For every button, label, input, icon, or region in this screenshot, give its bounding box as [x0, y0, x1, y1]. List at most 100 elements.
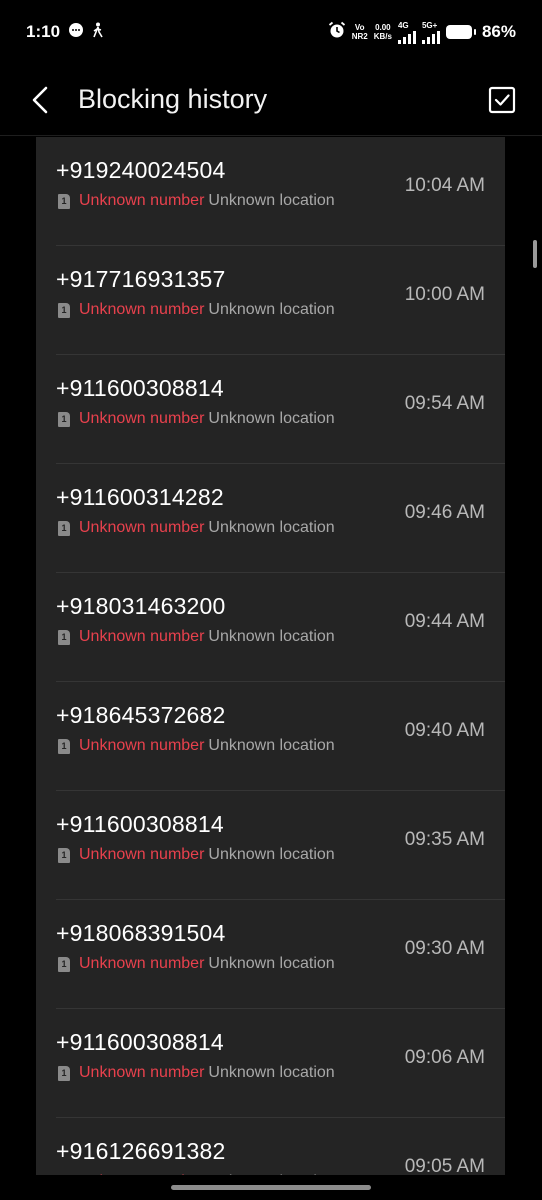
volte-top-label: Vo — [354, 23, 365, 32]
number-tag: Unknown number — [79, 519, 205, 536]
list-item[interactable]: +918068391504 1 Unknown number Unknown loca… — [36, 900, 505, 1009]
caller-location: Unknown location — [208, 1173, 334, 1175]
list-item[interactable]: +917716931357 1 Unknown number Unknown loca… — [36, 246, 505, 355]
sim-card-icon: 1 — [58, 520, 70, 536]
gesture-navigation-bar[interactable] — [171, 1185, 371, 1190]
number-tag: Unknown number — [79, 846, 205, 863]
network-type-1: 4G — [397, 20, 409, 30]
signal-sim1: 4G — [397, 20, 416, 44]
call-time: 09:44 AM — [404, 611, 485, 632]
sim-card-icon: 1 — [58, 411, 70, 427]
list-item[interactable]: +918645372682 1 Unknown number Unknown loca… — [36, 682, 505, 791]
phone-number: +916126691382 — [56, 1138, 226, 1164]
call-time: 09:46 AM — [404, 502, 485, 523]
call-time: 09:30 AM — [404, 938, 485, 959]
status-left: 1:10 — [26, 22, 104, 43]
back-button[interactable] — [30, 80, 66, 120]
list-item[interactable]: +918031463200 1 Unknown number Unknown loca… — [36, 573, 505, 682]
caller-location: Unknown location — [208, 846, 335, 863]
call-time: 09:35 AM — [404, 829, 485, 850]
status-bar: 1:10 Vo NR2 0.00 KB/s 4G 5G+ 86% — [0, 0, 542, 64]
phone-number: +919240024504 — [56, 157, 226, 183]
phone-number: +911600314282 — [56, 484, 224, 510]
sim-card-icon: 1 — [58, 1174, 70, 1175]
caller-location: Unknown location — [208, 737, 335, 754]
chat-bubble-icon — [68, 22, 84, 43]
call-time: 10:00 AM — [404, 284, 485, 305]
call-time: 09:54 AM — [404, 393, 485, 414]
battery-icon — [445, 25, 476, 39]
phone-number: +911600308814 — [56, 811, 224, 837]
page-title: Blocking history — [78, 84, 268, 114]
network-speed-unit: KB/s — [373, 32, 392, 41]
call-meta: 1 Unknown numberUnknown location — [58, 846, 335, 864]
status-right: Vo NR2 0.00 KB/s 4G 5G+ 86% — [328, 21, 516, 44]
phone-number: +918068391504 — [56, 920, 226, 946]
sim-card-icon: 1 — [58, 1065, 70, 1081]
scrollbar[interactable] — [533, 240, 537, 268]
call-meta: 1 Unknown numberUnknown location — [58, 1064, 335, 1082]
list-item[interactable]: +911600308814 1 Unknown number Unknown loca… — [36, 1009, 505, 1118]
phone-number: +917716931357 — [56, 266, 226, 292]
call-time: 09:05 AM — [404, 1156, 485, 1175]
caller-location: Unknown location — [208, 301, 335, 318]
caller-location: Unknown location — [208, 628, 335, 645]
call-time: 09:06 AM — [404, 1047, 485, 1068]
phone-number: +911600308814 — [56, 1029, 224, 1055]
sim-card-icon: 1 — [58, 193, 70, 209]
network-speed: 0.00 KB/s — [374, 23, 392, 41]
volte-indicator: Vo NR2 — [352, 23, 368, 41]
number-tag: Unknown number — [79, 410, 205, 427]
call-meta: 1 Unknown numberUnknown location — [58, 628, 335, 646]
list-item[interactable]: +911600308814 1 Unknown number Unknown loca… — [36, 355, 505, 464]
blocked-calls-list[interactable]: +919240024504 1 Unknown number Unknown loca… — [36, 137, 505, 1175]
number-tag: Unknown number — [79, 301, 205, 318]
number-tag: Unknown number — [79, 737, 205, 754]
list-item[interactable]: +911600314282 1 Unknown number Unknown loca… — [36, 464, 505, 573]
number-tag: Unknown number — [79, 1064, 205, 1081]
call-meta: 1 Unknown numberUnknown location — [58, 737, 335, 755]
sim-card-icon: 1 — [58, 847, 70, 863]
caller-location: Unknown location — [208, 410, 335, 427]
call-meta: 1 Unknown numberUnknown location — [58, 192, 335, 210]
number-tag: Unknown number — [79, 628, 205, 645]
list-item[interactable]: +916126691382 1 Unknown number Unknown loca… — [36, 1118, 505, 1175]
select-button[interactable] — [482, 80, 522, 120]
app-header: Blocking history — [0, 64, 542, 136]
checkbox-icon — [488, 86, 516, 113]
sim-card-icon: 1 — [58, 738, 70, 754]
call-time: 09:40 AM — [404, 720, 485, 741]
call-meta: 1 Unknown numberUnknown location — [58, 301, 335, 319]
number-tag: Unknown number — [79, 1173, 204, 1175]
sim-card-icon: 1 — [58, 956, 70, 972]
battery-percent: 86% — [481, 22, 516, 41]
network-speed-value: 0.00 — [375, 23, 391, 32]
volte-bottom-label: NR2 — [351, 32, 368, 41]
number-tag: Unknown number — [79, 955, 205, 972]
call-meta: 1 Unknown numberUnknown location — [58, 519, 335, 537]
phone-number: +911600308814 — [56, 375, 224, 401]
status-time: 1:10 — [26, 22, 61, 41]
call-time: 10:04 AM — [404, 175, 485, 196]
caller-location: Unknown location — [208, 955, 335, 972]
caller-location: Unknown location — [208, 519, 335, 536]
network-type-2: 5G+ — [421, 20, 438, 30]
signal-bars-icon — [421, 30, 440, 44]
signal-bars-icon — [397, 30, 416, 44]
list-item[interactable]: +911600308814 1 Unknown number Unknown loca… — [36, 791, 505, 900]
call-meta: 1 Unknown numberUnknown location — [58, 410, 335, 428]
chevron-left-icon — [32, 86, 48, 113]
phone-number: +918031463200 — [56, 593, 226, 619]
sim-card-icon: 1 — [58, 302, 70, 318]
caller-location: Unknown location — [208, 192, 335, 209]
signal-sim2: 5G+ — [421, 20, 440, 44]
sim-card-icon: 1 — [58, 629, 70, 645]
caller-location: Unknown location — [208, 1064, 335, 1081]
number-tag: Unknown number — [79, 192, 205, 209]
list-item[interactable]: +919240024504 1 Unknown number Unknown loca… — [36, 137, 505, 246]
phone-number: +918645372682 — [56, 702, 226, 728]
walking-icon — [92, 22, 104, 43]
call-meta: 1 Unknown numberUnknown location — [58, 955, 335, 973]
call-meta: 1 Unknown number Unknown location — [58, 1173, 335, 1175]
alarm-icon — [328, 21, 346, 44]
